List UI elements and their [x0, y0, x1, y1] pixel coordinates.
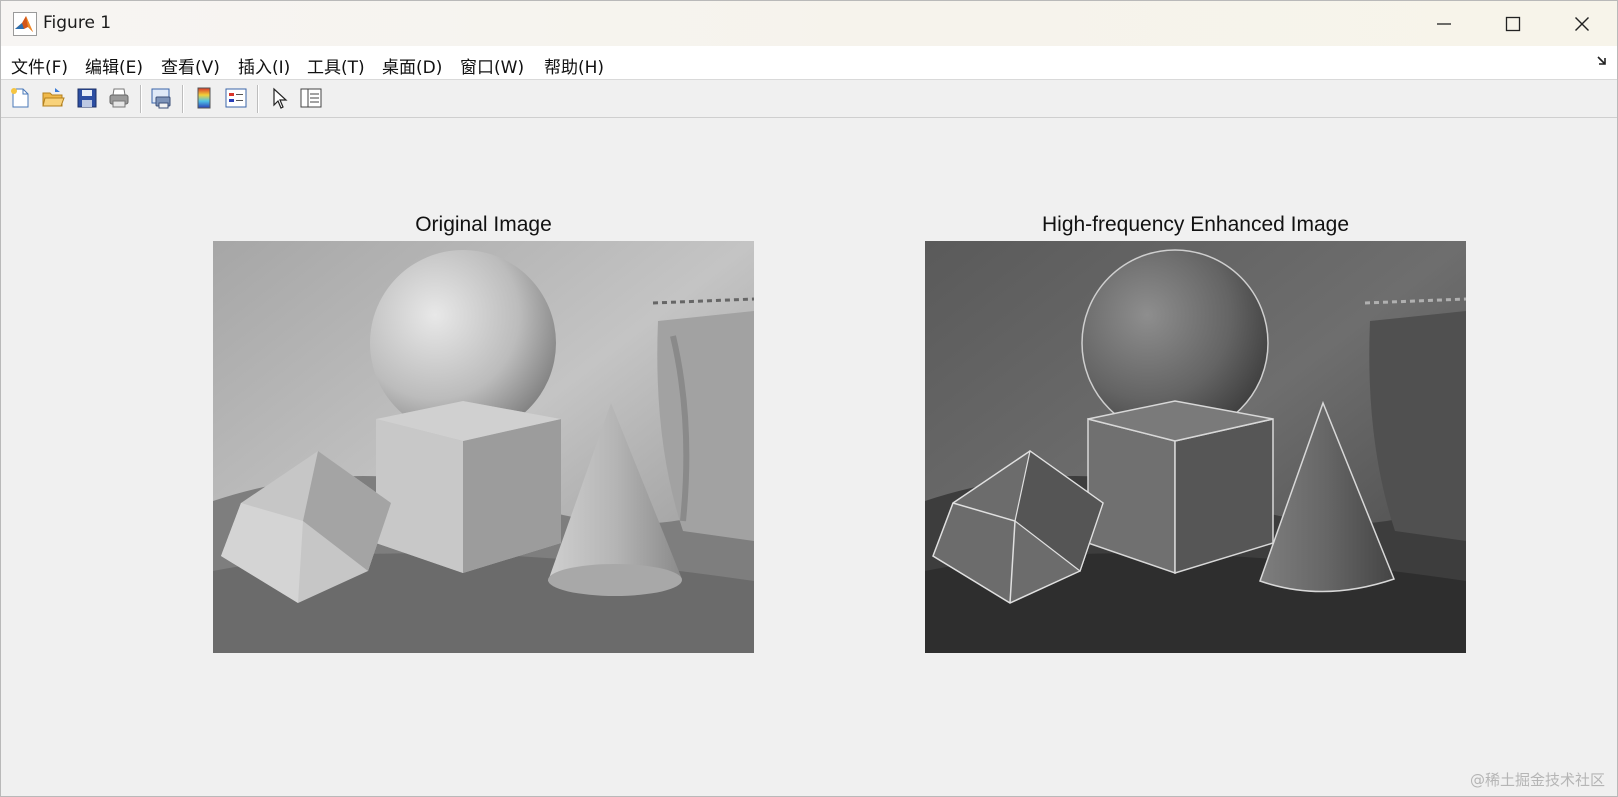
menu-file[interactable]: 文件(F) — [11, 53, 68, 78]
menu-tools[interactable]: 工具(T) — [307, 53, 365, 78]
new-figure-button[interactable] — [6, 84, 34, 112]
original-image[interactable] — [213, 241, 754, 653]
menu-view[interactable]: 查看(V) — [161, 53, 220, 78]
menu-desktop[interactable]: 桌面(D) — [382, 53, 442, 78]
legend-icon — [225, 88, 247, 108]
edit-plot-button[interactable] — [265, 84, 293, 112]
menu-window[interactable]: 窗口(W) — [460, 53, 524, 78]
minimize-icon — [1437, 22, 1451, 25]
enhanced-image[interactable] — [925, 241, 1466, 653]
menu-insert[interactable]: 插入(I) — [238, 53, 290, 78]
open-folder-icon — [42, 88, 65, 107]
menu-edit[interactable]: 编辑(E) — [85, 53, 143, 78]
maximize-button[interactable] — [1478, 1, 1548, 46]
save-button[interactable] — [73, 84, 101, 112]
axes-title-original: Original Image — [415, 213, 552, 236]
figure-window: Figure 1 文件(F) 编辑(E) 查看(V) 插入(I) 工具(T) 桌… — [0, 0, 1618, 797]
insert-legend-button[interactable] — [222, 84, 250, 112]
axes-title-enhanced: High-frequency Enhanced Image — [1041, 213, 1350, 236]
toolbar-separator — [182, 85, 184, 113]
print-button[interactable] — [105, 84, 133, 112]
figure-toolbar — [1, 80, 1617, 118]
maximize-icon — [1505, 16, 1521, 31]
print-preview-button[interactable] — [148, 84, 176, 112]
close-icon — [1575, 16, 1589, 31]
toolbar-separator — [140, 85, 142, 113]
dock-arrow-icon[interactable] — [1595, 54, 1609, 68]
watermark: @稀土掘金技术社区 — [1469, 771, 1605, 789]
print-preview-icon — [151, 88, 171, 109]
colorbar-icon — [197, 87, 211, 109]
property-inspector-icon — [300, 88, 322, 108]
window-title: Figure 1 — [43, 13, 112, 33]
title-bar: Figure 1 — [1, 1, 1617, 46]
menu-help[interactable]: 帮助(H) — [544, 53, 604, 78]
menu-bar: 文件(F) 编辑(E) 查看(V) 插入(I) 工具(T) 桌面(D) 窗口(W… — [1, 46, 1617, 80]
matlab-logo-icon — [13, 12, 37, 36]
open-button[interactable] — [39, 84, 67, 112]
insert-colorbar-button[interactable] — [190, 84, 218, 112]
toolbar-separator — [257, 85, 259, 113]
new-figure-icon — [11, 88, 29, 108]
print-icon — [109, 88, 129, 108]
close-button[interactable] — [1547, 1, 1617, 46]
minimize-button[interactable] — [1409, 1, 1479, 46]
property-inspector-button[interactable] — [297, 84, 325, 112]
save-icon — [77, 88, 97, 108]
pointer-icon — [273, 87, 288, 109]
